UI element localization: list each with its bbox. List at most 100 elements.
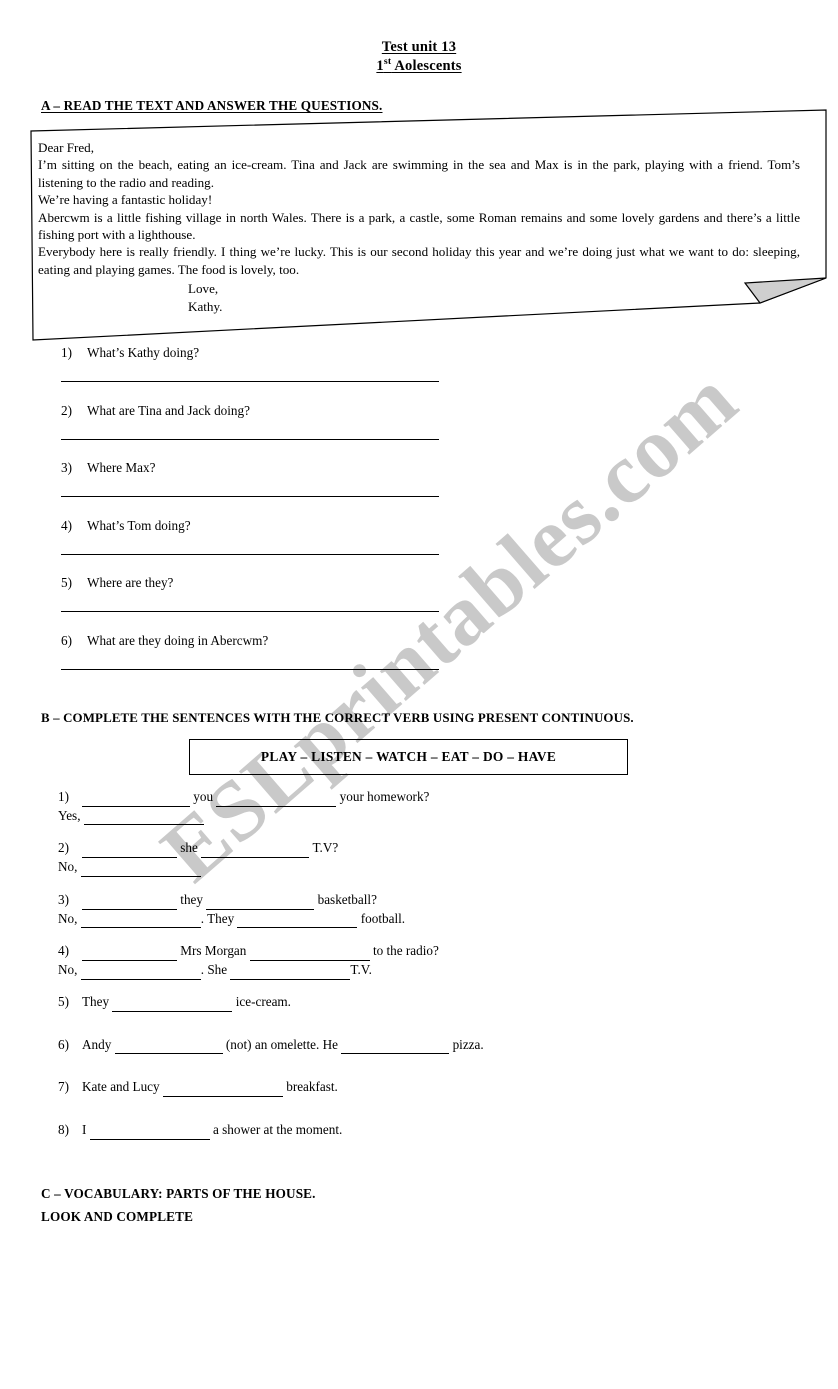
- exercise-number: 8): [58, 1122, 69, 1138]
- exercise-number: 1): [58, 789, 69, 804]
- exercise-item: 4) Mrs Morgan to the radio? No, . She T.…: [58, 942, 758, 980]
- blank-field[interactable]: [89, 1126, 210, 1140]
- blank-field[interactable]: [162, 1083, 283, 1098]
- exercise-item: 8) I a shower at the moment.: [58, 1121, 758, 1140]
- question-item: 6) What are they doing in Abercwm?: [61, 633, 461, 691]
- section-c-heading: C – VOCABULARY: PARTS OF THE HOUSE.: [41, 1186, 316, 1201]
- question-number: 6): [61, 632, 72, 648]
- question-text: 3) Where Max?: [61, 460, 461, 476]
- blank-field[interactable]: [230, 966, 351, 980]
- letter-paragraph-4: Everybody here is really friendly. I thi…: [38, 244, 800, 277]
- blank-field[interactable]: [83, 811, 204, 826]
- exercise-answer: No,: [58, 858, 758, 877]
- blank-field[interactable]: [216, 793, 337, 807]
- letter-signoff-block: Love, Kathy.: [38, 280, 800, 316]
- exercise-text: T.V?: [312, 840, 339, 856]
- exercise-question: 2) she T.V?: [58, 839, 758, 859]
- exercise-item: 2) she T.V? No,: [58, 839, 758, 877]
- blank-field[interactable]: [82, 896, 177, 910]
- exercise-text: they: [180, 891, 204, 907]
- exercise-number: 3): [58, 891, 69, 907]
- answer-text: . She: [200, 962, 228, 978]
- exercise-text: you: [193, 789, 214, 804]
- question-item: 1) What’s Kathy doing?: [61, 345, 461, 403]
- question-label: Where Max?: [87, 460, 156, 475]
- exercise-text: Kate and Lucy: [82, 1079, 160, 1095]
- question-item: 3) Where Max?: [61, 460, 461, 518]
- exercise-text: to the radio?: [372, 943, 439, 959]
- exercise-question: 8) I a shower at the moment.: [58, 1121, 758, 1140]
- blank-field[interactable]: [112, 998, 233, 1012]
- blank-field[interactable]: [341, 1040, 450, 1055]
- answer-prefix: No,: [58, 962, 78, 978]
- answer-text: T.V.: [350, 962, 372, 978]
- exercise-list: 1) you your homework? Yes, 2) she T.V? N…: [58, 788, 758, 1140]
- exercise-text: I: [82, 1122, 87, 1138]
- exercise-number: 6): [58, 1036, 69, 1052]
- blank-field[interactable]: [249, 947, 370, 962]
- exercise-question: 7) Kate and Lucy breakfast.: [58, 1078, 758, 1098]
- exercise-item: 7) Kate and Lucy breakfast.: [58, 1078, 758, 1098]
- page-title: Test unit 13 1st Aolescents: [0, 38, 838, 76]
- answer-prefix: Yes,: [58, 807, 81, 823]
- question-item: 4) What’s Tom doing?: [61, 518, 461, 576]
- answer-text: . They: [200, 910, 235, 926]
- letter-signoff: Love,: [188, 281, 219, 297]
- exercise-text: your homework?: [339, 789, 430, 804]
- exercise-text: Mrs Morgan: [180, 943, 247, 959]
- title-text-2: 1st Aolescents: [376, 56, 462, 75]
- title-line-2: 1st Aolescents: [0, 57, 838, 76]
- blank-field[interactable]: [82, 947, 177, 962]
- question-item: 5) Where are they?: [61, 575, 461, 633]
- title-line-1: Test unit 13: [0, 38, 838, 57]
- exercise-item: 5) They ice-cream.: [58, 993, 758, 1012]
- exercise-number: 4): [58, 943, 69, 959]
- answer-line[interactable]: [61, 611, 439, 612]
- answer-line[interactable]: [61, 668, 439, 670]
- question-label: What are Tina and Jack doing?: [87, 402, 250, 418]
- exercise-text: basketball?: [317, 891, 377, 907]
- answer-text: football.: [360, 910, 406, 926]
- exercise-question: 1) you your homework?: [58, 788, 758, 807]
- exercise-answer: No, . They football.: [58, 910, 758, 929]
- answer-line[interactable]: [61, 553, 439, 555]
- blank-field[interactable]: [80, 966, 201, 980]
- blank-field[interactable]: [82, 793, 190, 807]
- question-text: 2) What are Tina and Jack doing?: [61, 403, 461, 419]
- worksheet-page: ESLprintables.com Test unit 13 1st Aoles…: [0, 0, 838, 1389]
- exercise-item: 6) Andy (not) an omelette. He pizza.: [58, 1036, 758, 1055]
- question-label: Where are they?: [87, 575, 174, 590]
- section-c-subheading: LOOK AND COMPLETE: [41, 1209, 194, 1224]
- question-item: 2) What are Tina and Jack doing?: [61, 403, 461, 461]
- answer-prefix: No,: [58, 910, 78, 926]
- exercise-item: 3) they basketball? No, . They football.: [58, 891, 758, 929]
- exercise-item: 1) you your homework? Yes,: [58, 788, 758, 826]
- blank-field[interactable]: [80, 914, 201, 929]
- blank-field[interactable]: [201, 844, 310, 859]
- word-bank-text: PLAY – LISTEN – WATCH – EAT – DO – HAVE: [260, 749, 557, 764]
- question-list: 1) What’s Kathy doing? 2) What are Tina an…: [61, 345, 461, 690]
- exercise-text: breakfast.: [286, 1079, 338, 1095]
- blank-field[interactable]: [114, 1040, 223, 1055]
- blank-field[interactable]: [237, 914, 358, 929]
- exercise-text: (not) an omelette. He: [225, 1036, 338, 1052]
- question-text: 6) What are they doing in Abercwm?: [61, 633, 461, 649]
- answer-line[interactable]: [61, 381, 439, 382]
- exercise-question: 6) Andy (not) an omelette. He pizza.: [58, 1036, 758, 1055]
- letter-greeting: Dear Fred,: [38, 140, 94, 155]
- exercise-question: 4) Mrs Morgan to the radio?: [58, 942, 758, 962]
- question-label: What’s Tom doing?: [87, 517, 191, 533]
- letter-signature: Kathy.: [188, 299, 223, 315]
- blank-field[interactable]: [82, 844, 177, 859]
- blank-field[interactable]: [206, 896, 315, 910]
- exercise-text: ice-cream.: [235, 993, 291, 1009]
- exercise-number: 5): [58, 993, 69, 1009]
- answer-line[interactable]: [61, 438, 439, 440]
- exercise-question: 5) They ice-cream.: [58, 993, 758, 1012]
- exercise-answer: Yes,: [58, 807, 758, 826]
- exercise-answer: No, . She T.V.: [58, 961, 758, 980]
- question-text: 4) What’s Tom doing?: [61, 518, 461, 534]
- answer-line[interactable]: [61, 496, 439, 497]
- blank-field[interactable]: [80, 863, 201, 877]
- exercise-text: she: [180, 840, 198, 856]
